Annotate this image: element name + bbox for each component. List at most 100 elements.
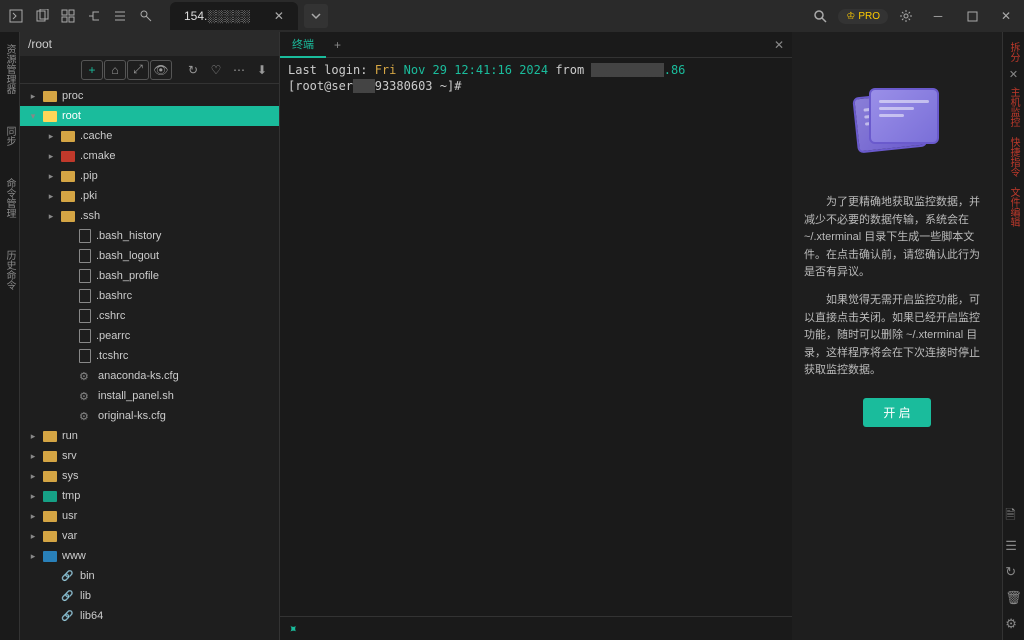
rail-commands[interactable]: 命令管理 [2, 174, 17, 222]
note-icon[interactable]: 🗎 [1005, 506, 1022, 528]
refresh2-icon[interactable]: ↻ [1005, 564, 1022, 580]
branch-icon[interactable] [82, 4, 106, 28]
tree-item[interactable]: .tcshrc [20, 346, 279, 366]
tree-item[interactable]: ▸ tmp [20, 486, 279, 506]
symlink-icon: 🔗 [61, 591, 75, 602]
rail-history[interactable]: 历史命令 [2, 246, 17, 294]
caret-icon: ▸ [28, 491, 38, 502]
close-button[interactable]: ✕ [992, 4, 1020, 28]
folder-icon [61, 211, 75, 222]
tab-add-button[interactable] [304, 4, 328, 28]
folder-icon [61, 171, 75, 182]
tree-item[interactable]: .bash_history [20, 226, 279, 246]
refresh-icon[interactable]: ↻ [182, 60, 204, 80]
titlebar: 154.░░░░░ ✕ ♔ PRO ─ ✕ [0, 0, 1024, 32]
tree-item[interactable]: ▸.ssh [20, 206, 279, 226]
list2-icon[interactable]: ☰ [1005, 538, 1022, 554]
tree-item-label: lib [80, 590, 91, 602]
tree-item[interactable]: .pearrc [20, 326, 279, 346]
list-icon[interactable] [108, 4, 132, 28]
info-paragraph-2: 如果觉得无需开启监控功能，可以直接点击关闭。如果已经开启监控功能，随时可以删除 … [804, 292, 990, 380]
gear-file-icon: ⚙ [79, 390, 93, 403]
tree-item[interactable]: ▸sys [20, 466, 279, 486]
tree-item[interactable]: 🔗 lib [20, 586, 279, 606]
tree-item[interactable]: ⚙anaconda-ks.cfg [20, 366, 279, 386]
tree-item[interactable]: ▸.cmake [20, 146, 279, 166]
key-icon[interactable] [134, 4, 158, 28]
enable-button[interactable]: 开 启 [863, 398, 930, 427]
tree-item[interactable]: 🔗bin [20, 566, 279, 586]
add-button[interactable]: + [81, 60, 103, 80]
tree-item-label: .cshrc [96, 310, 125, 322]
download-icon[interactable]: ⬇ [251, 60, 273, 80]
path-bar[interactable]: /root [20, 32, 279, 56]
rail-explorer[interactable]: 资源管理器 [2, 40, 17, 98]
expand-icon[interactable]: ⤢ [127, 60, 149, 80]
terminal-body[interactable]: Last login: Fri Nov 29 12:41:16 2024 fro… [280, 58, 792, 616]
settings-icon[interactable] [894, 4, 918, 28]
gear-icon[interactable]: ⚙ [1005, 616, 1022, 632]
file-tree[interactable]: ▸proc▾root▸.cache▸.cmake▸.pip▸.pki▸.ssh.… [20, 84, 279, 640]
home-icon[interactable]: ⌂ [104, 60, 126, 80]
pro-badge[interactable]: ♔ PRO [838, 9, 888, 24]
folder-icon [43, 111, 57, 122]
tree-item[interactable]: ▸var [20, 526, 279, 546]
terminal-close-icon[interactable]: ✕ [766, 38, 792, 52]
tree-item[interactable]: ▸usr [20, 506, 279, 526]
tree-item[interactable]: ▸www [20, 546, 279, 566]
tree-item-label: usr [62, 510, 77, 522]
tree-item[interactable]: ▸srv [20, 446, 279, 466]
minimize-button[interactable]: ─ [924, 4, 952, 28]
tree-item[interactable]: .bashrc [20, 286, 279, 306]
rail-shortcut[interactable]: 快捷指令 [1006, 133, 1021, 181]
tree-item-label: root [62, 110, 81, 122]
folder-icon [43, 491, 57, 502]
tree-item[interactable]: 🔗lib64 [20, 606, 279, 626]
connection-tab[interactable]: 154.░░░░░ ✕ [170, 2, 298, 30]
tab-close-icon[interactable]: ✕ [270, 9, 288, 23]
heart-icon[interactable]: ♡ [205, 60, 227, 80]
tree-item[interactable]: ▸.pip [20, 166, 279, 186]
tree-item-label: install_panel.sh [98, 390, 174, 402]
rail-close-icon[interactable]: ✕ [1009, 68, 1018, 81]
folder-icon [43, 431, 57, 442]
maximize-button[interactable] [958, 4, 986, 28]
tree-item[interactable]: ⚙ install_panel.sh [20, 386, 279, 406]
terminal-add-icon[interactable]: + [326, 38, 349, 52]
tree-item-label: sys [62, 470, 79, 482]
rail-edit[interactable]: 文件编辑 [1006, 183, 1021, 231]
caret-icon: ▸ [46, 171, 56, 182]
folder-icon [61, 151, 75, 162]
search-icon[interactable] [808, 4, 832, 28]
rail-split[interactable]: 拆分 [1006, 38, 1021, 66]
tree-item[interactable]: ▸proc [20, 86, 279, 106]
menu-icon[interactable] [4, 4, 28, 28]
rail-monitor[interactable]: 主机监控 [1006, 83, 1021, 131]
copy-icon[interactable] [30, 4, 54, 28]
tree-item[interactable]: .bash_profile [20, 266, 279, 286]
tree-item[interactable]: ⚙original-ks.cfg [20, 406, 279, 426]
terminal-tab[interactable]: 终端 [280, 32, 326, 58]
tree-item[interactable]: ▸ .cache [20, 126, 279, 146]
folder-icon [61, 131, 75, 142]
rail-sync[interactable]: 同步 [2, 122, 17, 150]
more-icon[interactable]: ⋯ [228, 60, 250, 80]
tree-item[interactable]: ▾root [20, 106, 279, 126]
tree-item[interactable]: .cshrc [20, 306, 279, 326]
file-icon [79, 349, 91, 363]
caret-icon: ▸ [46, 131, 56, 142]
tree-item-label: .cache [80, 130, 112, 142]
pin-icon[interactable]: ✦ [285, 620, 302, 637]
trash-icon[interactable]: 🗑 [1005, 590, 1022, 606]
caret-icon: ▸ [46, 191, 56, 202]
symlink-icon: 🔗 [61, 611, 75, 622]
grid-icon[interactable] [56, 4, 80, 28]
tree-item[interactable]: ▸ .pki [20, 186, 279, 206]
tree-item[interactable]: ▸run [20, 426, 279, 446]
eye-icon[interactable]: 👁 [150, 60, 172, 80]
tree-item-label: .pki [80, 190, 97, 202]
tree-item[interactable]: .bash_logout [20, 246, 279, 266]
tree-item-label: anaconda-ks.cfg [98, 370, 179, 382]
tree-item-label: .bash_profile [96, 270, 159, 282]
tree-item-label: tmp [62, 490, 80, 502]
